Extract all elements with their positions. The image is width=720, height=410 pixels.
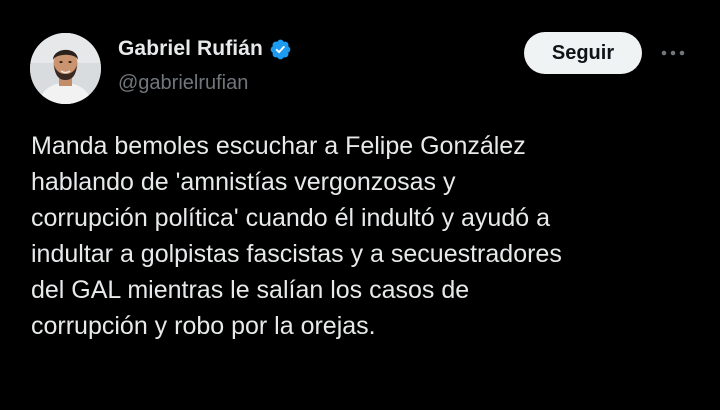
author-display-name[interactable]: Gabriel Rufián [118, 37, 263, 61]
tweet-text-line: del GAL mientras le salían los casos de [31, 276, 470, 304]
tweet-text-line: corrupción y robo por la orejas. [31, 312, 376, 340]
follow-button[interactable]: Seguir [524, 32, 642, 74]
tweet-text: Manda bemoles escuchar a Felipe González… [31, 128, 711, 344]
tweet-card: Gabriel Rufián @gabrielrufian Seguir Man… [0, 0, 720, 410]
more-options-button[interactable] [658, 40, 688, 66]
more-horizontal-icon [661, 50, 685, 56]
avatar[interactable] [30, 33, 101, 104]
author-handle[interactable]: @gabrielrufian [118, 72, 248, 95]
tweet-text-line: corrupción política' cuando él indultó y… [31, 204, 550, 232]
tweet-text-line: Manda bemoles escuchar a Felipe González [31, 132, 526, 160]
avatar-image [30, 33, 101, 104]
tweet-text-line: hablando de 'amnistías vergonzosas y [31, 168, 456, 196]
verified-badge-icon [269, 38, 292, 61]
author-name-row: Gabriel Rufián [118, 34, 292, 64]
tweet-text-line: indultar a golpistas fascistas y a secue… [31, 240, 562, 268]
